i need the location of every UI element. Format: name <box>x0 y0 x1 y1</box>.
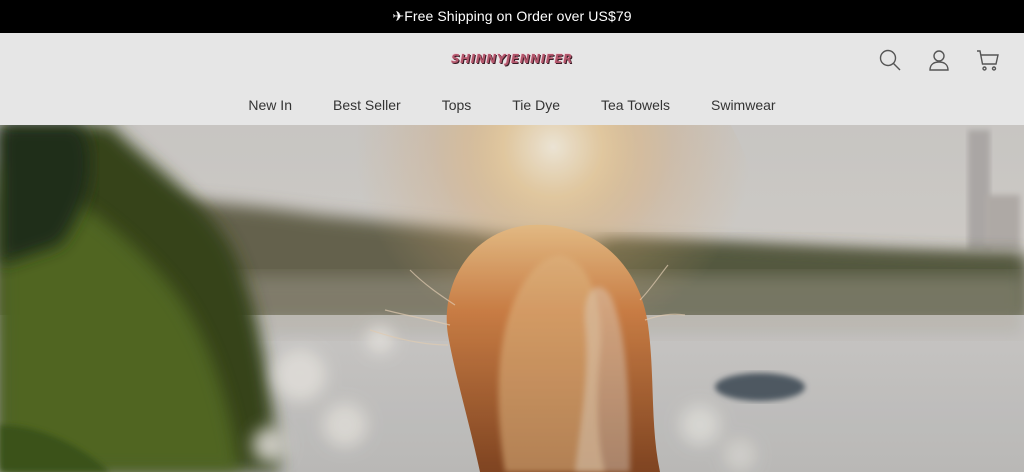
announcement-text: ✈Free Shipping on Order over US$79 <box>392 8 632 24</box>
nav-item-best-seller[interactable]: Best Seller <box>333 97 401 113</box>
header-icons <box>878 47 1000 73</box>
nav-item-tea-towels[interactable]: Tea Towels <box>601 97 670 113</box>
search-icon[interactable] <box>878 47 902 73</box>
nav-item-new-in[interactable]: New In <box>248 97 292 113</box>
nav-item-tops[interactable]: Tops <box>442 97 472 113</box>
site-header: SHINNYJENNIFER New In Best Seller Tops T… <box>0 33 1024 125</box>
hero-image <box>0 125 1024 472</box>
nav-item-swimwear[interactable]: Swimwear <box>711 97 776 113</box>
hero-banner[interactable] <box>0 125 1024 472</box>
nav-item-tie-dye[interactable]: Tie Dye <box>512 97 560 113</box>
announcement-bar: ✈Free Shipping on Order over US$79 <box>0 0 1024 33</box>
site-logo[interactable]: SHINNYJENNIFER <box>0 52 1024 66</box>
cart-icon[interactable] <box>976 47 1000 73</box>
account-icon[interactable] <box>927 47 951 73</box>
main-nav: New In Best Seller Tops Tie Dye Tea Towe… <box>0 97 1024 113</box>
